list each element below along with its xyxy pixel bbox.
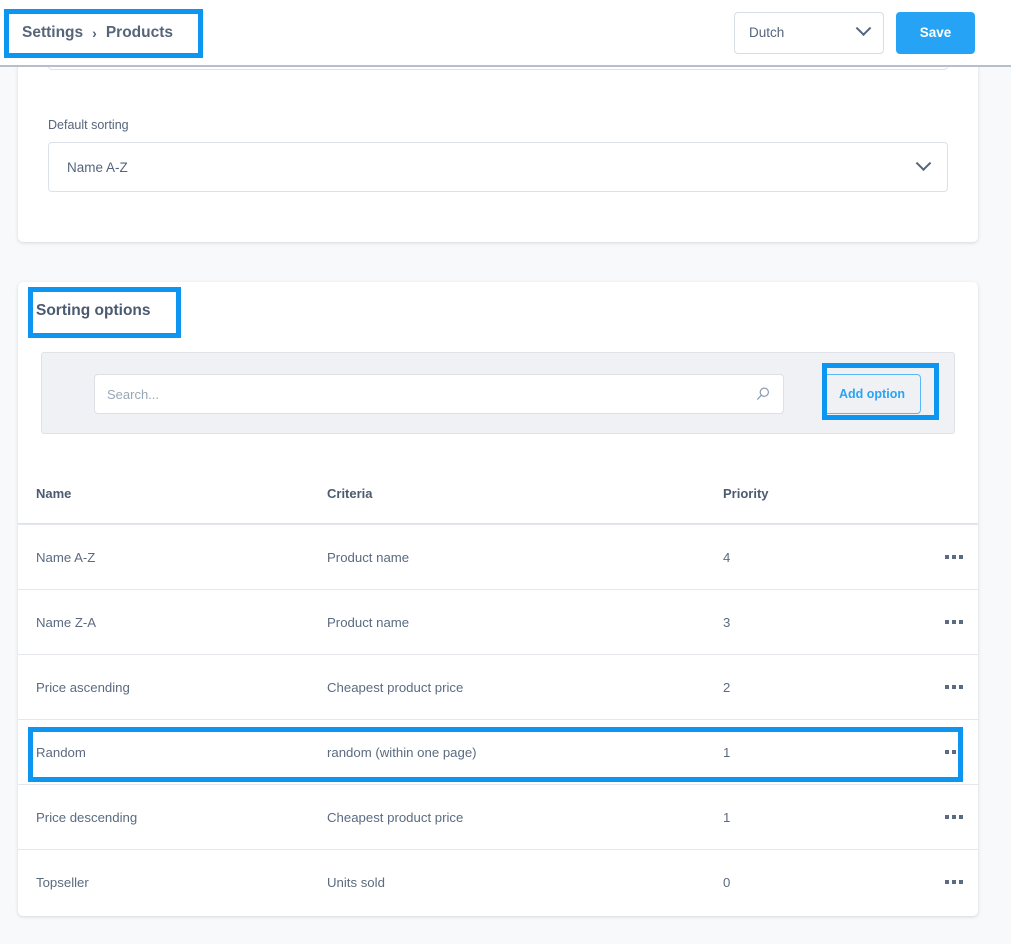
cell-priority: 1: [723, 810, 930, 825]
cell-name: Price descending: [36, 810, 327, 825]
column-header-criteria: Criteria: [327, 486, 723, 501]
table-row[interactable]: Name Z-AProduct name3: [18, 589, 978, 654]
cell-name: Price ascending: [36, 680, 327, 695]
ellipsis-icon[interactable]: [945, 750, 963, 754]
save-button[interactable]: Save: [896, 12, 975, 54]
sorting-options-card: Sorting options Add option Name Criteria…: [18, 282, 978, 916]
sorting-options-title: Sorting options: [36, 302, 151, 320]
ellipsis-icon[interactable]: [945, 880, 963, 884]
add-option-button[interactable]: Add option: [823, 374, 921, 414]
search-input[interactable]: [107, 387, 755, 402]
breadcrumb-item-products[interactable]: Products: [106, 24, 173, 42]
ellipsis-icon[interactable]: [945, 685, 963, 689]
cell-actions[interactable]: [930, 750, 978, 754]
default-sorting-card: Default sorting Name A-Z: [18, 58, 978, 242]
cell-name: Name A-Z: [36, 550, 327, 565]
table-row[interactable]: Price ascendingCheapest product price2: [18, 654, 978, 719]
table-body: Name A-ZProduct name4Name Z-AProduct nam…: [18, 524, 978, 914]
cell-priority: 2: [723, 680, 930, 695]
cell-criteria: random (within one page): [327, 745, 723, 760]
breadcrumb-separator-icon: ›: [92, 26, 97, 40]
default-sorting-value: Name A-Z: [67, 160, 128, 175]
cell-actions[interactable]: [930, 555, 978, 559]
chevron-down-icon: [856, 20, 872, 36]
column-header-priority: Priority: [723, 486, 930, 501]
cell-actions[interactable]: [930, 815, 978, 819]
cell-actions[interactable]: [930, 685, 978, 689]
language-select-value: Dutch: [749, 25, 784, 40]
header-actions: Dutch Save: [734, 12, 975, 54]
cell-name: Topseller: [36, 875, 327, 890]
default-sorting-label: Default sorting: [48, 118, 129, 132]
cell-criteria: Product name: [327, 615, 723, 630]
ellipsis-icon[interactable]: [945, 815, 963, 819]
search-icon: [755, 386, 771, 402]
sorting-options-table: Name Criteria Priority Name A-ZProduct n…: [18, 464, 978, 914]
cell-priority: 0: [723, 875, 930, 890]
cell-priority: 1: [723, 745, 930, 760]
table-header-row: Name Criteria Priority: [18, 464, 978, 524]
search-field[interactable]: [94, 374, 784, 414]
cell-name: Name Z-A: [36, 615, 327, 630]
ellipsis-icon[interactable]: [945, 620, 963, 624]
cell-name: Random: [36, 745, 327, 760]
cell-actions[interactable]: [930, 880, 978, 884]
table-row[interactable]: Price descendingCheapest product price1: [18, 784, 978, 849]
cell-criteria: Product name: [327, 550, 723, 565]
breadcrumb-item-settings[interactable]: Settings: [22, 24, 83, 42]
default-sorting-select[interactable]: Name A-Z: [48, 142, 948, 192]
table-row[interactable]: Name A-ZProduct name4: [18, 524, 978, 589]
table-toolbar: Add option: [41, 352, 955, 434]
breadcrumb: Settings › Products: [22, 24, 173, 42]
cell-criteria: Cheapest product price: [327, 810, 723, 825]
top-header-bar: Settings › Products Dutch Save: [0, 0, 1011, 67]
cell-priority: 3: [723, 615, 930, 630]
table-row[interactable]: Randomrandom (within one page)1: [18, 719, 978, 784]
chevron-down-icon: [916, 155, 932, 171]
cell-criteria: Cheapest product price: [327, 680, 723, 695]
column-header-name: Name: [36, 486, 327, 501]
table-row[interactable]: TopsellerUnits sold0: [18, 849, 978, 914]
cell-actions[interactable]: [930, 620, 978, 624]
ellipsis-icon[interactable]: [945, 555, 963, 559]
cell-criteria: Units sold: [327, 875, 723, 890]
language-select[interactable]: Dutch: [734, 12, 884, 54]
cell-priority: 4: [723, 550, 930, 565]
